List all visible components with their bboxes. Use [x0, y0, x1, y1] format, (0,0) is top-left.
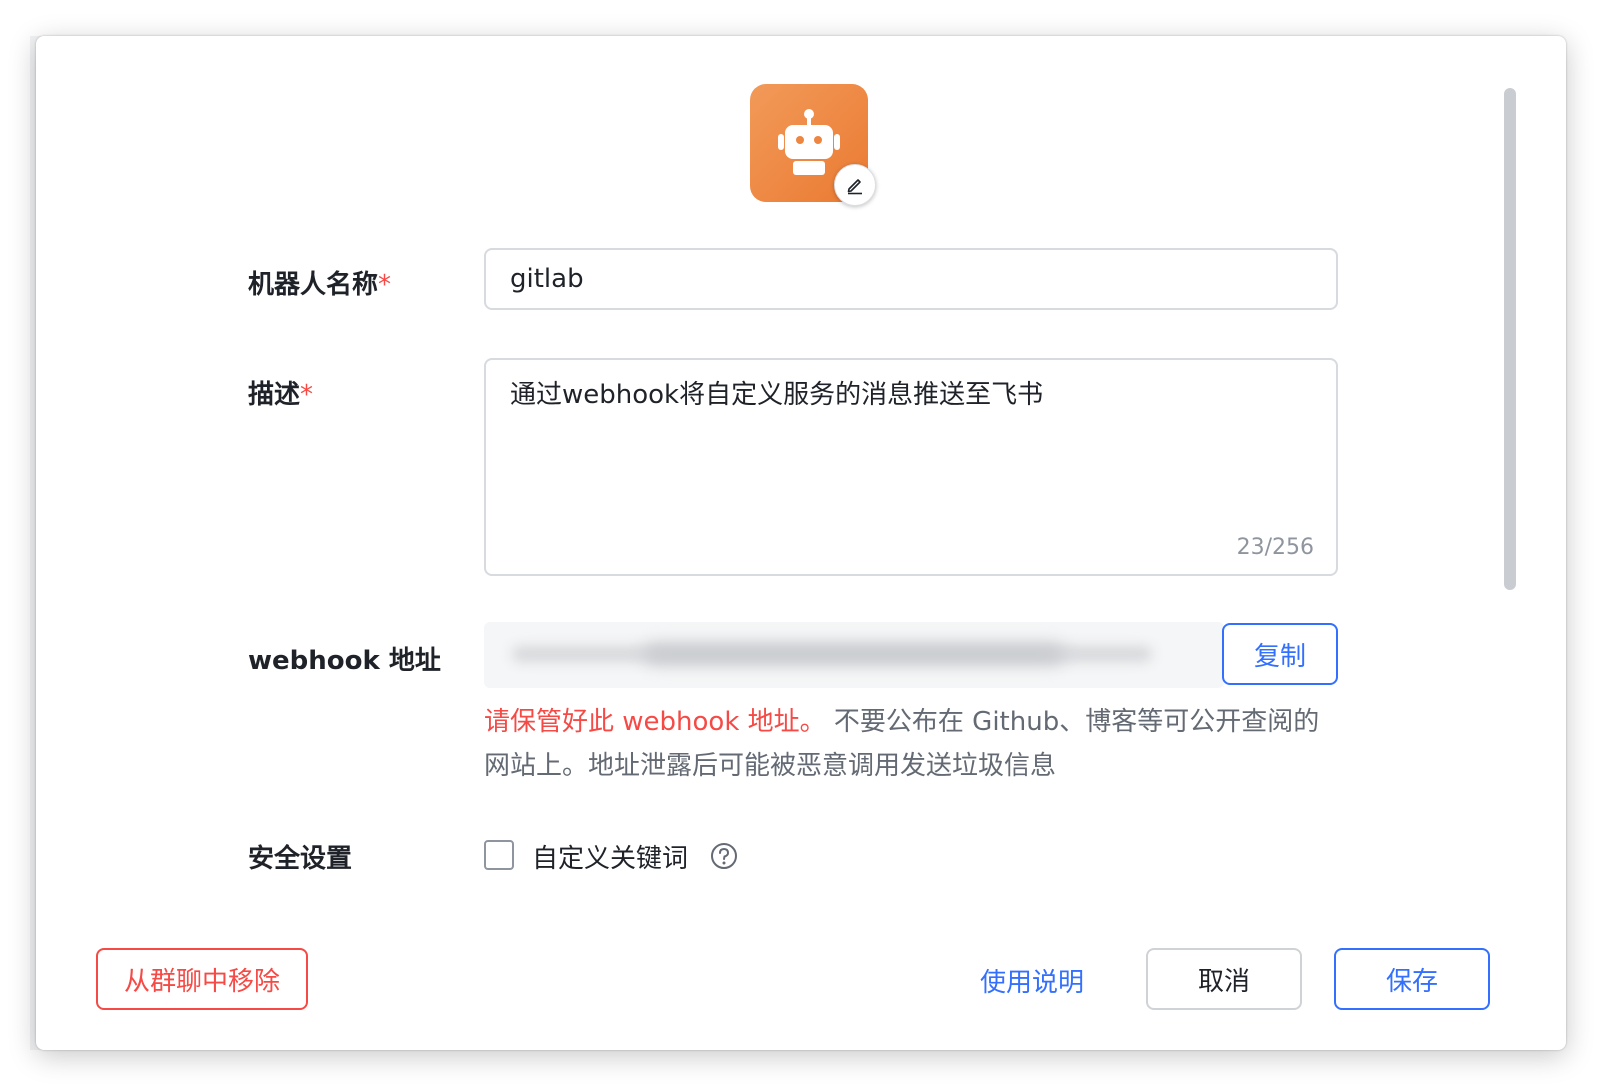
- question-circle-icon[interactable]: [710, 842, 738, 870]
- blurred-url-overlay: [644, 644, 1064, 664]
- webhook-url-field[interactable]: [484, 622, 1224, 688]
- description-label: 描述*: [248, 374, 313, 411]
- security-label: 安全设置: [248, 844, 353, 874]
- required-mark: *: [378, 270, 392, 300]
- usage-guide-link[interactable]: 使用说明: [980, 962, 1084, 999]
- description-value: 通过webhook将自定义服务的消息推送至飞书: [510, 380, 1044, 410]
- pencil-icon: [847, 179, 862, 195]
- bot-name-value: gitlab: [510, 264, 584, 294]
- cancel-button[interactable]: 取消: [1146, 948, 1302, 1010]
- name-label-text: 机器人名称: [248, 270, 379, 300]
- scrollbar[interactable]: [1504, 88, 1516, 590]
- custom-keyword-label[interactable]: 自定义关键词: [532, 838, 688, 875]
- required-mark: *: [300, 380, 314, 410]
- warning-highlight: 请保管好此 webhook 地址。: [484, 707, 826, 737]
- save-button[interactable]: 保存: [1334, 948, 1490, 1010]
- remove-from-group-button[interactable]: 从群聊中移除: [96, 948, 308, 1010]
- character-counter: 23/256: [1236, 535, 1314, 560]
- name-label: 机器人名称*: [248, 264, 391, 301]
- description-label-text: 描述: [248, 380, 301, 410]
- webhook-warning: 请保管好此 webhook 地址。 不要公布在 Github、博客等可公开查阅的…: [484, 700, 1344, 788]
- description-textarea[interactable]: 通过webhook将自定义服务的消息推送至飞书 23/256: [484, 358, 1338, 576]
- bot-name-input[interactable]: gitlab: [484, 248, 1338, 310]
- copy-button[interactable]: 复制: [1222, 623, 1338, 685]
- webhook-label: webhook 地址: [248, 646, 441, 676]
- bot-settings-dialog: 机器人名称* gitlab 描述* 通过webhook将自定义服务的消息推送至飞…: [36, 36, 1566, 1050]
- custom-keyword-checkbox[interactable]: [484, 840, 514, 870]
- edit-avatar-button[interactable]: [834, 164, 876, 206]
